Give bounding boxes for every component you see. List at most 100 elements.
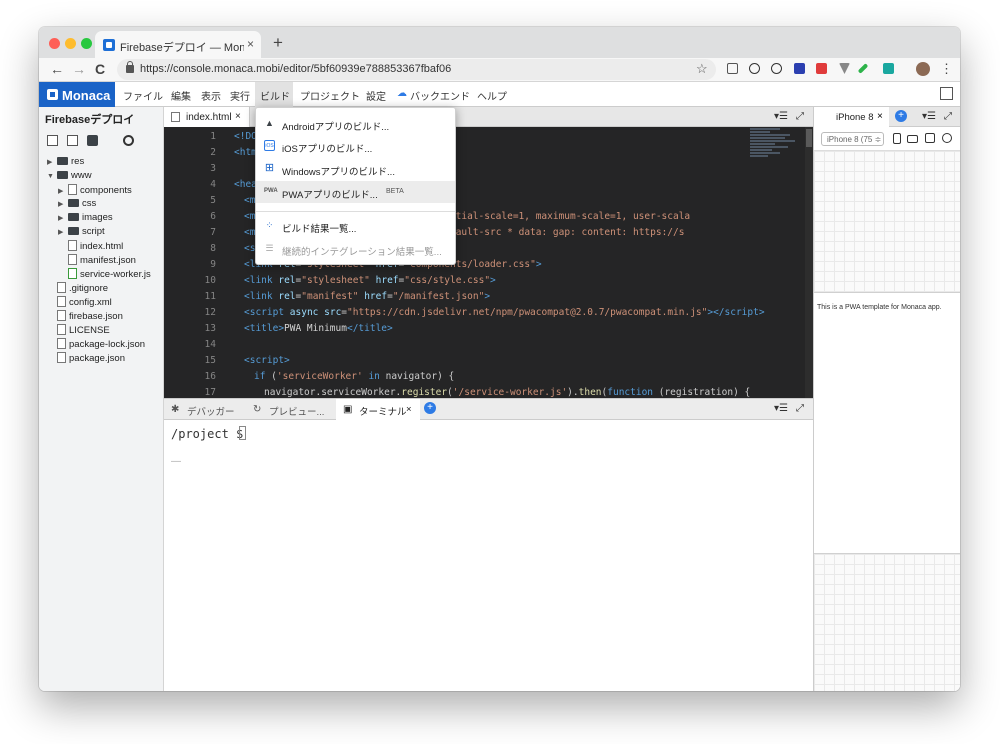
refresh-preview-icon[interactable] bbox=[942, 133, 952, 143]
refresh-tree-icon[interactable] bbox=[123, 135, 134, 146]
device-screen[interactable]: This is a PWA template for Monaca app. bbox=[814, 292, 960, 554]
tab-iphone8[interactable]: iPhone 8 × bbox=[814, 107, 889, 127]
tree-folder-script[interactable]: ▶ script bbox=[58, 226, 105, 237]
tree-folder-res[interactable]: ▶ res bbox=[47, 156, 84, 167]
menu-item-windows-build[interactable]: ⊞ Windowsアプリのビルド... bbox=[256, 158, 455, 180]
tree-folder-www[interactable]: ▼ www bbox=[47, 170, 92, 181]
tree-file-config-xml[interactable]: config.xml bbox=[57, 296, 112, 308]
menu-item-label: 継続的インテグレーション結果一覧... bbox=[282, 247, 442, 258]
new-folder-icon[interactable] bbox=[67, 135, 78, 146]
expand-arrow-icon[interactable]: ▶ bbox=[58, 228, 68, 236]
menu-item-build-results[interactable]: ⁘ ビルド結果一覧... bbox=[256, 215, 455, 237]
menu-file[interactable]: ファイル bbox=[123, 88, 163, 103]
extension-vee-icon[interactable] bbox=[839, 63, 850, 74]
menu-help[interactable]: ヘルプ bbox=[477, 88, 507, 103]
layout-toggle-icon[interactable] bbox=[940, 87, 953, 100]
extension-blue-icon[interactable] bbox=[794, 63, 805, 74]
back-button[interactable]: ← bbox=[50, 61, 64, 77]
scrollbar-thumb[interactable] bbox=[806, 129, 812, 147]
bottom-maximize-icon[interactable]: ⤢ bbox=[796, 403, 804, 414]
extension-block-icon[interactable] bbox=[771, 63, 782, 74]
tab-debugger[interactable]: ✱ デバッガー bbox=[164, 399, 246, 420]
collapse-arrow-icon[interactable]: ▼ bbox=[47, 173, 57, 180]
tree-label: components bbox=[80, 185, 132, 196]
new-file-icon[interactable] bbox=[47, 135, 58, 146]
expand-arrow-icon[interactable]: ▶ bbox=[47, 158, 57, 166]
editor-tabs-menu-icon[interactable]: ▾☰ bbox=[774, 111, 788, 122]
expand-arrow-icon[interactable]: ▶ bbox=[58, 187, 68, 195]
menu-settings[interactable]: 設定 bbox=[366, 88, 386, 103]
menu-run[interactable]: 実行 bbox=[230, 88, 250, 103]
bug-icon: ✱ bbox=[171, 404, 180, 415]
tree-file-gitignore[interactable]: .gitignore bbox=[57, 282, 108, 294]
line-number: 11 bbox=[204, 291, 216, 302]
minimize-window-button[interactable] bbox=[65, 38, 76, 49]
line-number: 17 bbox=[204, 387, 216, 398]
extension-info-icon[interactable] bbox=[749, 63, 760, 74]
zoom-window-button[interactable] bbox=[81, 38, 92, 49]
monaca-logo[interactable]: Monaca bbox=[39, 82, 115, 107]
extension-teal-icon[interactable] bbox=[883, 63, 894, 74]
forward-button[interactable]: → bbox=[72, 61, 86, 77]
upload-icon[interactable] bbox=[87, 135, 98, 146]
tree-file-manifest-json[interactable]: manifest.json bbox=[68, 254, 136, 266]
browser-tab-active[interactable]: Firebaseデプロイ — Monaca Cl × bbox=[95, 31, 261, 58]
extension-pen-icon[interactable] bbox=[857, 63, 869, 74]
code-minimap[interactable] bbox=[748, 127, 803, 187]
folder-icon bbox=[57, 157, 68, 165]
tab-preview[interactable]: ↻ プレビュー... bbox=[246, 399, 336, 420]
tab-close-button[interactable]: × bbox=[406, 404, 412, 415]
tab-terminal[interactable]: ▣ ターミナル × bbox=[336, 399, 420, 420]
menu-item-android-build[interactable]: ▲ Androidアプリのビルド... bbox=[256, 113, 455, 135]
editor-scrollbar[interactable] bbox=[805, 127, 813, 398]
add-tab-icon[interactable]: + bbox=[424, 402, 436, 414]
new-tab-button[interactable]: + bbox=[273, 33, 283, 53]
bookmark-star-icon[interactable]: ☆ bbox=[696, 61, 708, 77]
tree-file-index-html[interactable]: index.html bbox=[68, 240, 123, 252]
landscape-icon[interactable] bbox=[907, 135, 918, 143]
portrait-icon[interactable] bbox=[893, 133, 901, 144]
terminal[interactable]: /project $ — bbox=[164, 420, 813, 691]
bottom-panel-tabbar: ✱ デバッガー ↻ プレビュー... ▣ ターミナル × + ▾☰ ⤢ bbox=[164, 398, 813, 420]
tree-file-package-lock-json[interactable]: package-lock.json bbox=[57, 338, 145, 350]
expand-arrow-icon[interactable]: ▶ bbox=[58, 214, 68, 222]
reload-button[interactable]: C bbox=[95, 61, 105, 77]
close-window-button[interactable] bbox=[49, 38, 60, 49]
tree-file-firebase-json[interactable]: firebase.json bbox=[57, 310, 123, 322]
tree-folder-images[interactable]: ▶ images bbox=[58, 212, 113, 223]
menu-build[interactable]: ビルド bbox=[260, 88, 290, 103]
tree-label: LICENSE bbox=[69, 325, 110, 336]
browser-menu-icon[interactable]: ⋮ bbox=[940, 61, 953, 77]
tree-folder-css[interactable]: ▶ css bbox=[58, 198, 96, 209]
menu-view[interactable]: 表示 bbox=[201, 88, 221, 103]
tree-file-package-json[interactable]: package.json bbox=[57, 352, 125, 364]
editor-tab-close-button[interactable]: × bbox=[235, 111, 241, 122]
menu-project[interactable]: プロジェクト bbox=[300, 88, 360, 103]
menu-item-ios-build[interactable]: iOS iOSアプリのビルド... bbox=[256, 135, 455, 157]
tree-folder-components[interactable]: ▶ components bbox=[58, 184, 132, 196]
editor-maximize-icon[interactable]: ⤢ bbox=[796, 111, 804, 122]
tree-label: index.html bbox=[80, 241, 124, 252]
browser-tab-close-button[interactable]: × bbox=[247, 37, 254, 51]
bottom-tabs-menu-icon[interactable]: ▾☰ bbox=[774, 403, 788, 414]
extension-stack-icon[interactable] bbox=[727, 63, 738, 74]
screenshot-icon[interactable] bbox=[925, 133, 935, 143]
profile-avatar[interactable] bbox=[916, 62, 930, 76]
preview-tabs-menu-icon[interactable]: ▾☰ bbox=[922, 111, 936, 122]
device-preview-panel: iPhone 8 × + ▾☰ ⤢ iPhone 8 (75 ≑ This is… bbox=[813, 107, 960, 691]
cloud-icon: ☁ bbox=[397, 88, 407, 99]
expand-arrow-icon[interactable]: ▶ bbox=[58, 200, 68, 208]
url-field[interactable]: https://console.monaca.mobi/editor/5bf60… bbox=[117, 59, 716, 80]
editor-tab-index-html[interactable]: index.html × bbox=[164, 107, 250, 127]
preview-maximize-icon[interactable]: ⤢ bbox=[944, 111, 952, 122]
address-bar-row: ← → C https://console.monaca.mobi/editor… bbox=[39, 58, 960, 82]
tree-file-license[interactable]: LICENSE bbox=[57, 324, 110, 336]
add-device-icon[interactable]: + bbox=[895, 110, 907, 122]
menu-edit[interactable]: 編集 bbox=[171, 88, 191, 103]
device-select[interactable]: iPhone 8 (75 ≑ bbox=[821, 132, 884, 146]
tree-file-service-worker-js[interactable]: service-worker.js bbox=[68, 268, 151, 280]
menu-backend[interactable]: バックエンド bbox=[410, 88, 470, 103]
tab-close-button[interactable]: × bbox=[877, 111, 883, 122]
menu-item-pwa-build[interactable]: PWA PWAアプリのビルド... BETA bbox=[256, 181, 455, 203]
extension-red-icon[interactable] bbox=[816, 63, 827, 74]
